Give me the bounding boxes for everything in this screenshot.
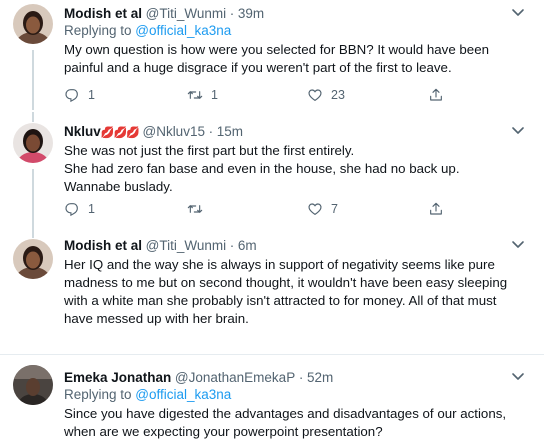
like-button[interactable]: 7: [307, 200, 338, 218]
timestamp[interactable]: 6m: [238, 238, 257, 253]
thread-line: [32, 50, 34, 110]
share-icon: [430, 202, 442, 215]
display-name[interactable]: Modish et al: [64, 238, 142, 253]
tweet-1[interactable]: Modish et al @Titi_Wunmi · 39m Replying …: [0, 0, 544, 112]
caret-down-icon[interactable]: [508, 370, 528, 384]
caret-down-icon[interactable]: [508, 6, 528, 20]
retweet-button[interactable]: 1: [187, 86, 218, 104]
separator: ·: [298, 370, 304, 385]
user-handle[interactable]: @Titi_Wunmi: [146, 238, 226, 253]
text-line: painful and a huge disgrace if you weren…: [64, 60, 452, 75]
thread-line: [32, 169, 34, 228]
reply-button[interactable]: 1: [64, 86, 95, 104]
separator: ·: [208, 124, 214, 139]
user-handle[interactable]: @Titi_Wunmi: [146, 6, 226, 21]
mention-link[interactable]: @official_ka3na: [135, 387, 231, 402]
heart-icon: [308, 89, 322, 101]
replying-to: Replying to @official_ka3na: [64, 22, 530, 40]
reply-count: 1: [88, 88, 95, 102]
reply-count: 1: [88, 202, 95, 216]
text-line: with a white man she probably isn't attr…: [64, 293, 497, 308]
tweet-header: Emeka Jonathan @JonathanEmekaP · 52m: [64, 370, 530, 386]
text-line: Since you have digested the advantages a…: [64, 406, 507, 421]
timestamp[interactable]: 15m: [217, 124, 243, 139]
text-line: Wannabe buslady.: [64, 179, 173, 194]
text-line: when are we expecting your powerpoint pr…: [64, 424, 383, 439]
like-count: 7: [331, 202, 338, 216]
reply-button[interactable]: 1: [64, 200, 95, 218]
replying-label: Replying to: [64, 23, 136, 38]
text-line: My own question is how were you selected…: [64, 42, 489, 57]
tweet-header: Modish et al @Titi_Wunmi · 39m: [64, 6, 530, 22]
reply-icon: [65, 89, 78, 103]
avatar[interactable]: [13, 365, 53, 405]
text-line: She was not just the first part but the …: [64, 143, 355, 158]
thread-line: [32, 228, 34, 238]
timestamp[interactable]: 39m: [238, 6, 264, 21]
text-line: Her IQ and the way she is always in supp…: [64, 257, 495, 272]
tweet-2[interactable]: Nkluv💋💋💋 @Nkluv15 · 15m She was not just…: [0, 112, 544, 228]
like-button[interactable]: 23: [307, 86, 345, 104]
share-button[interactable]: [428, 86, 444, 104]
tweet-text: Since you have digested the advantages a…: [64, 405, 530, 441]
tweet-actions: 1 1 23: [64, 86, 464, 104]
replying-label: Replying to: [64, 387, 136, 402]
avatar[interactable]: [13, 123, 53, 163]
share-button[interactable]: [428, 200, 444, 218]
caret-down-icon[interactable]: [508, 238, 528, 252]
text-line: madness to me but on second thought, it …: [64, 275, 508, 290]
replying-to: Replying to @official_ka3na: [64, 386, 530, 404]
name-emoji: 💋💋💋: [100, 127, 140, 139]
display-name[interactable]: Nkluv: [64, 124, 101, 139]
timestamp[interactable]: 52m: [307, 370, 333, 385]
caret-down-icon[interactable]: [508, 124, 528, 138]
tweet-header: Modish et al @Titi_Wunmi · 6m: [64, 238, 530, 254]
tweet-3[interactable]: Modish et al @Titi_Wunmi · 6m Her IQ and…: [0, 228, 544, 354]
display-name[interactable]: Modish et al: [64, 6, 142, 21]
user-handle[interactable]: @Nkluv15: [142, 124, 204, 139]
user-handle[interactable]: @JonathanEmekaP: [175, 370, 295, 385]
separator: ·: [229, 238, 235, 253]
share-icon: [430, 88, 442, 101]
text-line: She had zero fan base and even in the ho…: [64, 161, 460, 176]
tweet-text: My own question is how were you selected…: [64, 41, 530, 77]
tweet-header: Nkluv💋💋💋 @Nkluv15 · 15m: [64, 124, 530, 140]
reply-icon: [65, 203, 78, 217]
retweet-count: 1: [211, 88, 218, 102]
avatar[interactable]: [13, 4, 53, 44]
avatar[interactable]: [13, 239, 53, 279]
tweet-text: She was not just the first part but the …: [64, 142, 530, 196]
tweet-actions: 1 7: [64, 200, 464, 218]
display-name[interactable]: Emeka Jonathan: [64, 370, 171, 385]
heart-icon: [308, 203, 322, 215]
retweet-icon: [187, 205, 203, 213]
mention-link[interactable]: @official_ka3na: [135, 23, 231, 38]
retweet-icon: [187, 91, 203, 99]
tweet-text: Her IQ and the way she is always in supp…: [64, 256, 530, 328]
like-count: 23: [331, 88, 345, 102]
retweet-button[interactable]: [187, 200, 203, 218]
tweet-4[interactable]: Emeka Jonathan @JonathanEmekaP · 52m Rep…: [0, 355, 544, 444]
thread-line: [32, 112, 34, 122]
text-line: have messed up with her brain.: [64, 311, 249, 326]
separator: ·: [229, 6, 235, 21]
